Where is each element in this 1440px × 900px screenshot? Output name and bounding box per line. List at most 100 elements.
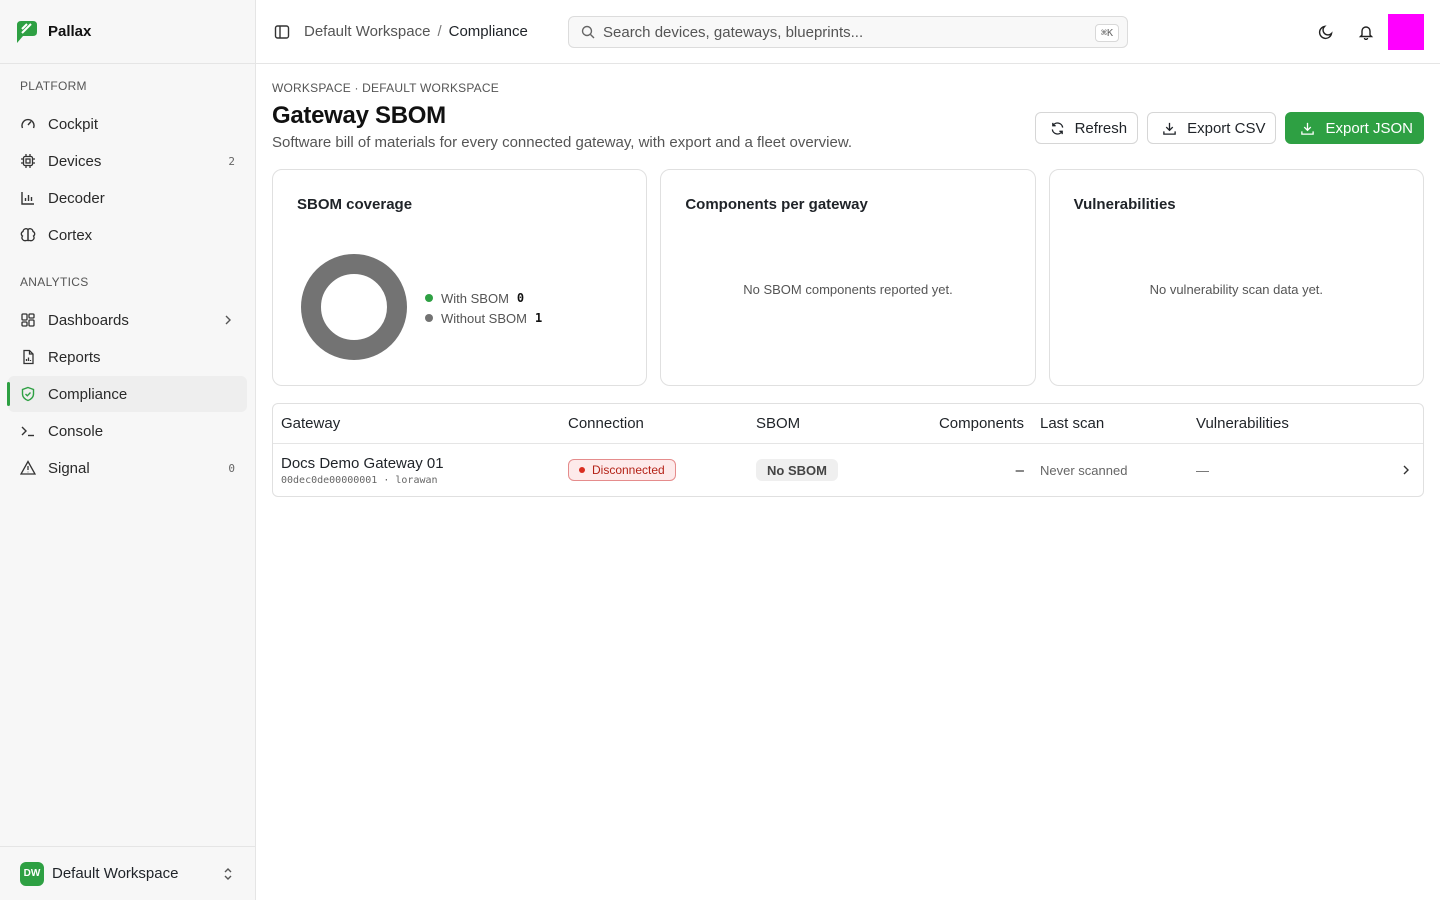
topbar-actions: [1306, 12, 1424, 52]
sidebar-item-dashboards[interactable]: Dashboards: [8, 302, 247, 338]
bar-chart-icon: [21, 192, 34, 205]
moon-icon: [1318, 25, 1333, 40]
sidebar-item-label: Console: [48, 422, 104, 440]
page-actions: Refresh Export CSV Export JSON: [1034, 112, 1424, 144]
export-json-button[interactable]: Export JSON: [1285, 112, 1424, 144]
report-icon: [23, 349, 34, 365]
sidebar-toggle-icon[interactable]: [274, 24, 290, 40]
sbom-cell: No SBOM: [756, 459, 891, 481]
search-input[interactable]: [603, 23, 1083, 41]
export-csv-label: Export CSV: [1187, 119, 1266, 137]
sidebar-item-label: Compliance: [48, 385, 128, 403]
donut-slice-without-sbom: [301, 254, 407, 360]
alert-icon: [20, 460, 36, 475]
refresh-icon: [1051, 121, 1063, 135]
download-icon: [1301, 122, 1315, 135]
table-row[interactable]: Docs Demo Gateway 01 00dec0de00000001 · …: [273, 444, 1423, 496]
breadcrumb-current: Compliance: [448, 23, 528, 40]
status-dot: [579, 467, 585, 473]
breadcrumb: Default Workspace / Compliance: [304, 23, 528, 40]
search-box[interactable]: ⌘K: [568, 16, 1128, 48]
topbar: Default Workspace / Compliance ⌘K: [256, 0, 1440, 64]
refresh-button[interactable]: Refresh: [1034, 112, 1139, 144]
brain-icon: [20, 228, 36, 242]
column-header-last-scan[interactable]: Last scan: [1040, 415, 1196, 432]
table-header: Gateway Connection SBOM Components Last …: [273, 404, 1423, 444]
breadcrumb-separator: /: [437, 23, 442, 40]
card-title: Vulnerabilities: [1073, 196, 1176, 213]
empty-state: No vulnerability scan data yet.: [1149, 282, 1324, 297]
sidebar-item-label: Cortex: [48, 226, 93, 244]
gateway-meta: 00dec0de00000001 · lorawan: [281, 474, 438, 486]
brand[interactable]: Pallax: [0, 0, 255, 64]
gateway-cell: Docs Demo Gateway 01 00dec0de00000001 · …: [273, 455, 568, 486]
components-card: Components per gateway No SBOM component…: [660, 169, 1036, 386]
sidebar-item-cockpit[interactable]: Cockpit: [8, 106, 247, 142]
summary-cards: SBOM coverage With SBOM 0 Without SBOM 1…: [272, 169, 1424, 386]
sidebar-item-label: Cockpit: [48, 115, 99, 133]
bell-icon: [1358, 26, 1374, 40]
chevron-right-icon: [225, 315, 231, 325]
export-csv-button[interactable]: Export CSV: [1147, 112, 1277, 144]
workspace-avatar: DW: [20, 861, 44, 886]
sidebar-item-decoder[interactable]: Decoder: [8, 180, 247, 216]
devices-count-badge: 2: [228, 154, 235, 168]
sidebar: Pallax PLATFORM Cockpit Devices 2 Decode…: [0, 0, 256, 900]
column-header-sbom[interactable]: SBOM: [756, 415, 891, 432]
legend-without-sbom: Without SBOM 1: [425, 308, 542, 328]
legend-value: 1: [534, 311, 543, 325]
pallax-logo-icon: [17, 20, 37, 43]
sidebar-item-label: Dashboards: [48, 311, 129, 329]
chevron-up-down-icon: [224, 867, 232, 880]
empty-state: No SBOM components reported yet.: [743, 282, 953, 297]
card-title: SBOM coverage: [297, 196, 413, 213]
gauge-icon: [21, 118, 35, 129]
sidebar-item-label: Decoder: [48, 189, 105, 207]
sidebar-item-label: Devices: [48, 152, 102, 170]
vulnerabilities-card: Vulnerabilities No vulnerability scan da…: [1048, 169, 1424, 386]
sidebar-item-compliance[interactable]: Compliance: [7, 376, 247, 412]
workspace-switcher[interactable]: DW Default Workspace: [0, 846, 255, 900]
terminal-icon: [21, 426, 34, 437]
column-header-vulnerabilities[interactable]: Vulnerabilities: [1196, 415, 1346, 432]
notifications-button[interactable]: [1346, 12, 1386, 52]
download-icon: [1163, 122, 1176, 135]
app-name: Pallax: [48, 23, 92, 40]
sidebar-item-label: Signal: [48, 459, 90, 477]
sidebar-item-console[interactable]: Console: [8, 413, 247, 449]
user-avatar[interactable]: [1388, 14, 1424, 50]
refresh-label: Refresh: [1074, 119, 1128, 137]
sidebar-item-devices[interactable]: Devices 2: [8, 143, 247, 179]
card-title: Components per gateway: [685, 196, 868, 213]
legend-with-sbom: With SBOM 0: [425, 288, 542, 308]
connection-cell: Disconnected: [568, 459, 756, 481]
section-label-platform: PLATFORM: [20, 79, 87, 93]
search-icon: [581, 25, 595, 39]
main-content: WORKSPACE · DEFAULT WORKSPACE Gateway SB…: [272, 64, 1424, 497]
status-badge: Disconnected: [568, 459, 676, 481]
chevron-right-icon: [1403, 465, 1409, 475]
sidebar-item-cortex[interactable]: Cortex: [8, 217, 247, 253]
sbom-coverage-donut: [301, 254, 407, 360]
legend-label: Without SBOM: [441, 310, 527, 326]
column-header-components[interactable]: Components: [891, 415, 1040, 432]
column-header-connection[interactable]: Connection: [568, 415, 756, 432]
sbom-coverage-card: SBOM coverage With SBOM 0 Without SBOM 1: [272, 169, 648, 386]
sbom-badge: No SBOM: [756, 459, 838, 481]
sidebar-item-label: Reports: [48, 348, 101, 366]
legend-dot-without-sbom: [425, 314, 433, 322]
column-header-gateway[interactable]: Gateway: [273, 415, 568, 432]
search-shortcut-hint: ⌘K: [1094, 24, 1119, 42]
page-eyebrow: WORKSPACE · DEFAULT WORKSPACE: [272, 81, 499, 95]
sidebar-item-reports[interactable]: Reports: [8, 339, 247, 375]
sidebar-item-signal[interactable]: Signal 0: [8, 450, 247, 486]
coverage-legend: With SBOM 0 Without SBOM 1: [425, 288, 542, 328]
vulnerabilities-cell: —: [1196, 462, 1209, 478]
legend-label: With SBOM: [441, 290, 509, 306]
export-json-label: Export JSON: [1325, 119, 1413, 137]
gateway-name: Docs Demo Gateway 01: [281, 454, 444, 472]
breadcrumb-workspace[interactable]: Default Workspace: [304, 23, 430, 40]
theme-toggle-button[interactable]: [1306, 12, 1346, 52]
gateway-table: Gateway Connection SBOM Components Last …: [272, 403, 1424, 497]
shield-check-icon: [21, 386, 35, 402]
